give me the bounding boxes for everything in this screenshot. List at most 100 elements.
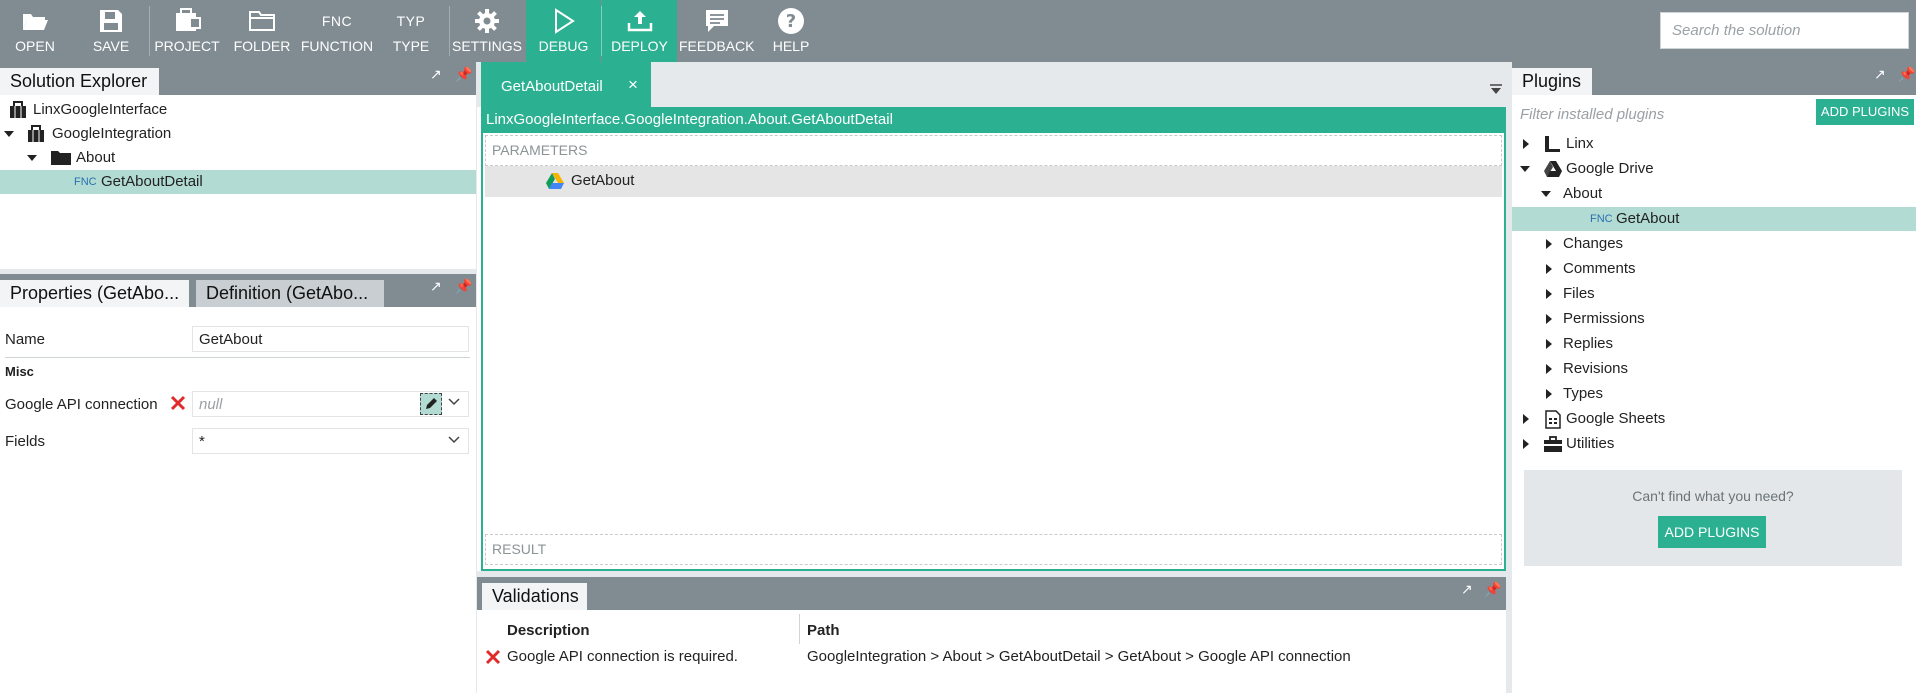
help-icon: ? — [756, 7, 826, 35]
plugin-item-revisions[interactable]: Revisions — [1512, 357, 1916, 381]
tab-properties[interactable]: Properties (GetAbo... — [0, 280, 189, 307]
caret-right-icon[interactable] — [1546, 239, 1552, 249]
caret-right-icon[interactable] — [1546, 364, 1552, 374]
caret-right-icon[interactable] — [1546, 389, 1552, 399]
pin-icon[interactable]: 📌 — [1484, 581, 1501, 598]
tree-item-folder[interactable]: About — [0, 146, 476, 170]
function-editor: GetAboutDetail × LinxGoogleInterface.Goo… — [477, 62, 1506, 571]
name-label: Name — [5, 331, 46, 348]
plugin-item-replies[interactable]: Replies — [1512, 332, 1916, 356]
tab-definition[interactable]: Definition (GetAbo... — [196, 280, 384, 307]
tree-item-function[interactable]: FNC GetAboutDetail — [0, 170, 476, 194]
caret-right-icon[interactable] — [1523, 139, 1529, 149]
caret-right-icon[interactable] — [1523, 414, 1529, 424]
plugin-item-types[interactable]: Types — [1512, 382, 1916, 406]
project-icon — [152, 7, 222, 35]
table-row[interactable]: Google API connection is required. Googl… — [477, 644, 1506, 670]
svg-text:?: ? — [786, 11, 796, 32]
feedback-button[interactable]: FEEDBACK — [679, 0, 754, 62]
type-button[interactable]: TYP TYPE — [376, 0, 446, 62]
add-plugins-button-secondary[interactable]: ADD PLUGINS — [1658, 516, 1766, 548]
caret-right-icon[interactable] — [1546, 314, 1552, 324]
function-button[interactable]: FNC FUNCTION — [299, 0, 375, 62]
tree-item-project[interactable]: GoogleIntegration — [0, 122, 476, 146]
plugin-item-changes[interactable]: Changes — [1512, 232, 1916, 256]
debug-button[interactable]: DEBUG — [526, 0, 601, 62]
column-header-description[interactable]: Description — [507, 622, 590, 639]
save-button[interactable]: SAVE — [76, 0, 146, 62]
float-icon[interactable]: ↗ — [430, 278, 442, 295]
caret-down-icon[interactable] — [1541, 191, 1551, 197]
folder-button[interactable]: FOLDER — [227, 0, 297, 62]
tree-item-solution[interactable]: LinxGoogleInterface — [0, 98, 476, 122]
caret-right-icon[interactable] — [1523, 439, 1529, 449]
fields-select[interactable]: * — [192, 428, 469, 454]
validations-panel: Validations ↗ 📌 Description Path Google … — [477, 577, 1506, 693]
help-button[interactable]: ? HELP — [756, 0, 826, 62]
tab-menu-icon[interactable] — [1489, 82, 1503, 99]
play-icon — [526, 7, 601, 35]
plugin-item-google-sheets[interactable]: Google Sheets — [1512, 407, 1916, 431]
properties-panel: Properties (GetAbo... Definition (GetAbo… — [0, 274, 476, 693]
step-getabout[interactable]: GetAbout — [485, 166, 1502, 197]
plugin-item-getabout[interactable]: FNC GetAbout — [1512, 207, 1916, 231]
close-icon[interactable]: × — [628, 75, 638, 95]
result-section[interactable]: RESULT — [485, 534, 1502, 565]
function-path: LinxGoogleInterface.GoogleIntegration.Ab… — [481, 107, 1506, 133]
parameters-section[interactable]: PARAMETERS — [485, 135, 1502, 166]
name-field[interactable]: GetAbout — [192, 326, 469, 352]
column-header-path[interactable]: Path — [807, 622, 840, 639]
caret-down-icon[interactable] — [27, 155, 37, 161]
plugin-item-linx[interactable]: Linx — [1512, 132, 1916, 156]
error-icon — [170, 395, 186, 415]
float-icon[interactable]: ↗ — [1874, 66, 1886, 83]
plugin-item-permissions[interactable]: Permissions — [1512, 307, 1916, 331]
google-drive-icon — [545, 172, 565, 194]
google-api-connection-label: Google API connection — [5, 396, 158, 413]
chevron-down-icon[interactable] — [447, 395, 461, 413]
caret-down-icon[interactable] — [4, 131, 14, 137]
project-button[interactable]: PROJECT — [152, 0, 222, 62]
pin-icon[interactable]: 📌 — [455, 278, 472, 295]
folder-icon — [227, 7, 297, 35]
plugin-item-utilities[interactable]: Utilities — [1512, 432, 1916, 456]
error-icon — [485, 649, 501, 669]
plugin-item-files[interactable]: Files — [1512, 282, 1916, 306]
solution-explorer-title: Solution Explorer — [0, 68, 159, 95]
misc-section-label: Misc — [5, 364, 34, 379]
deploy-button[interactable]: DEPLOY — [602, 0, 677, 62]
plugin-item-about[interactable]: About — [1512, 182, 1916, 206]
plugins-title: Plugins — [1512, 68, 1592, 95]
upload-icon — [602, 7, 677, 35]
main-toolbar: OPEN SAVE PROJECT FOLDER FNC FUNCTION TY… — [0, 0, 1916, 62]
validations-title: Validations — [482, 583, 587, 610]
editor-tab-getaboutdetail[interactable]: GetAboutDetail × — [481, 62, 651, 107]
edit-connection-icon[interactable] — [420, 393, 442, 415]
plugins-panel: Plugins ↗ 📌 Filter installed plugins ADD… — [1512, 62, 1916, 693]
pin-icon[interactable]: 📌 — [1898, 66, 1915, 83]
open-button[interactable]: OPEN — [0, 0, 70, 62]
caret-right-icon[interactable] — [1546, 339, 1552, 349]
cant-find-box: Can't find what you need? ADD PLUGINS — [1524, 470, 1902, 566]
settings-button[interactable]: SETTINGS — [452, 0, 522, 62]
float-icon[interactable]: ↗ — [1461, 581, 1473, 598]
filter-plugins-input[interactable]: Filter installed plugins — [1520, 106, 1664, 123]
fields-label: Fields — [5, 433, 46, 450]
plugin-item-comments[interactable]: Comments — [1512, 257, 1916, 281]
toolbox-icon — [1543, 436, 1563, 461]
plugin-item-google-drive[interactable]: Google Drive — [1512, 157, 1916, 181]
type-icon: TYP — [396, 13, 426, 29]
gear-icon — [452, 7, 522, 35]
function-icon: FNC — [74, 176, 97, 188]
comment-icon — [679, 7, 754, 35]
caret-down-icon[interactable] — [1520, 166, 1530, 172]
float-icon[interactable]: ↗ — [430, 66, 442, 83]
chevron-down-icon[interactable] — [447, 433, 461, 451]
caret-right-icon[interactable] — [1546, 264, 1552, 274]
function-icon: FNC — [321, 13, 353, 29]
add-plugins-button[interactable]: ADD PLUGINS — [1816, 99, 1914, 125]
solution-explorer-panel: Solution Explorer ↗ 📌 LinxGoogleInterfac… — [0, 62, 476, 269]
pin-icon[interactable]: 📌 — [455, 66, 472, 83]
search-input[interactable]: Search the solution — [1660, 12, 1909, 49]
caret-right-icon[interactable] — [1546, 289, 1552, 299]
